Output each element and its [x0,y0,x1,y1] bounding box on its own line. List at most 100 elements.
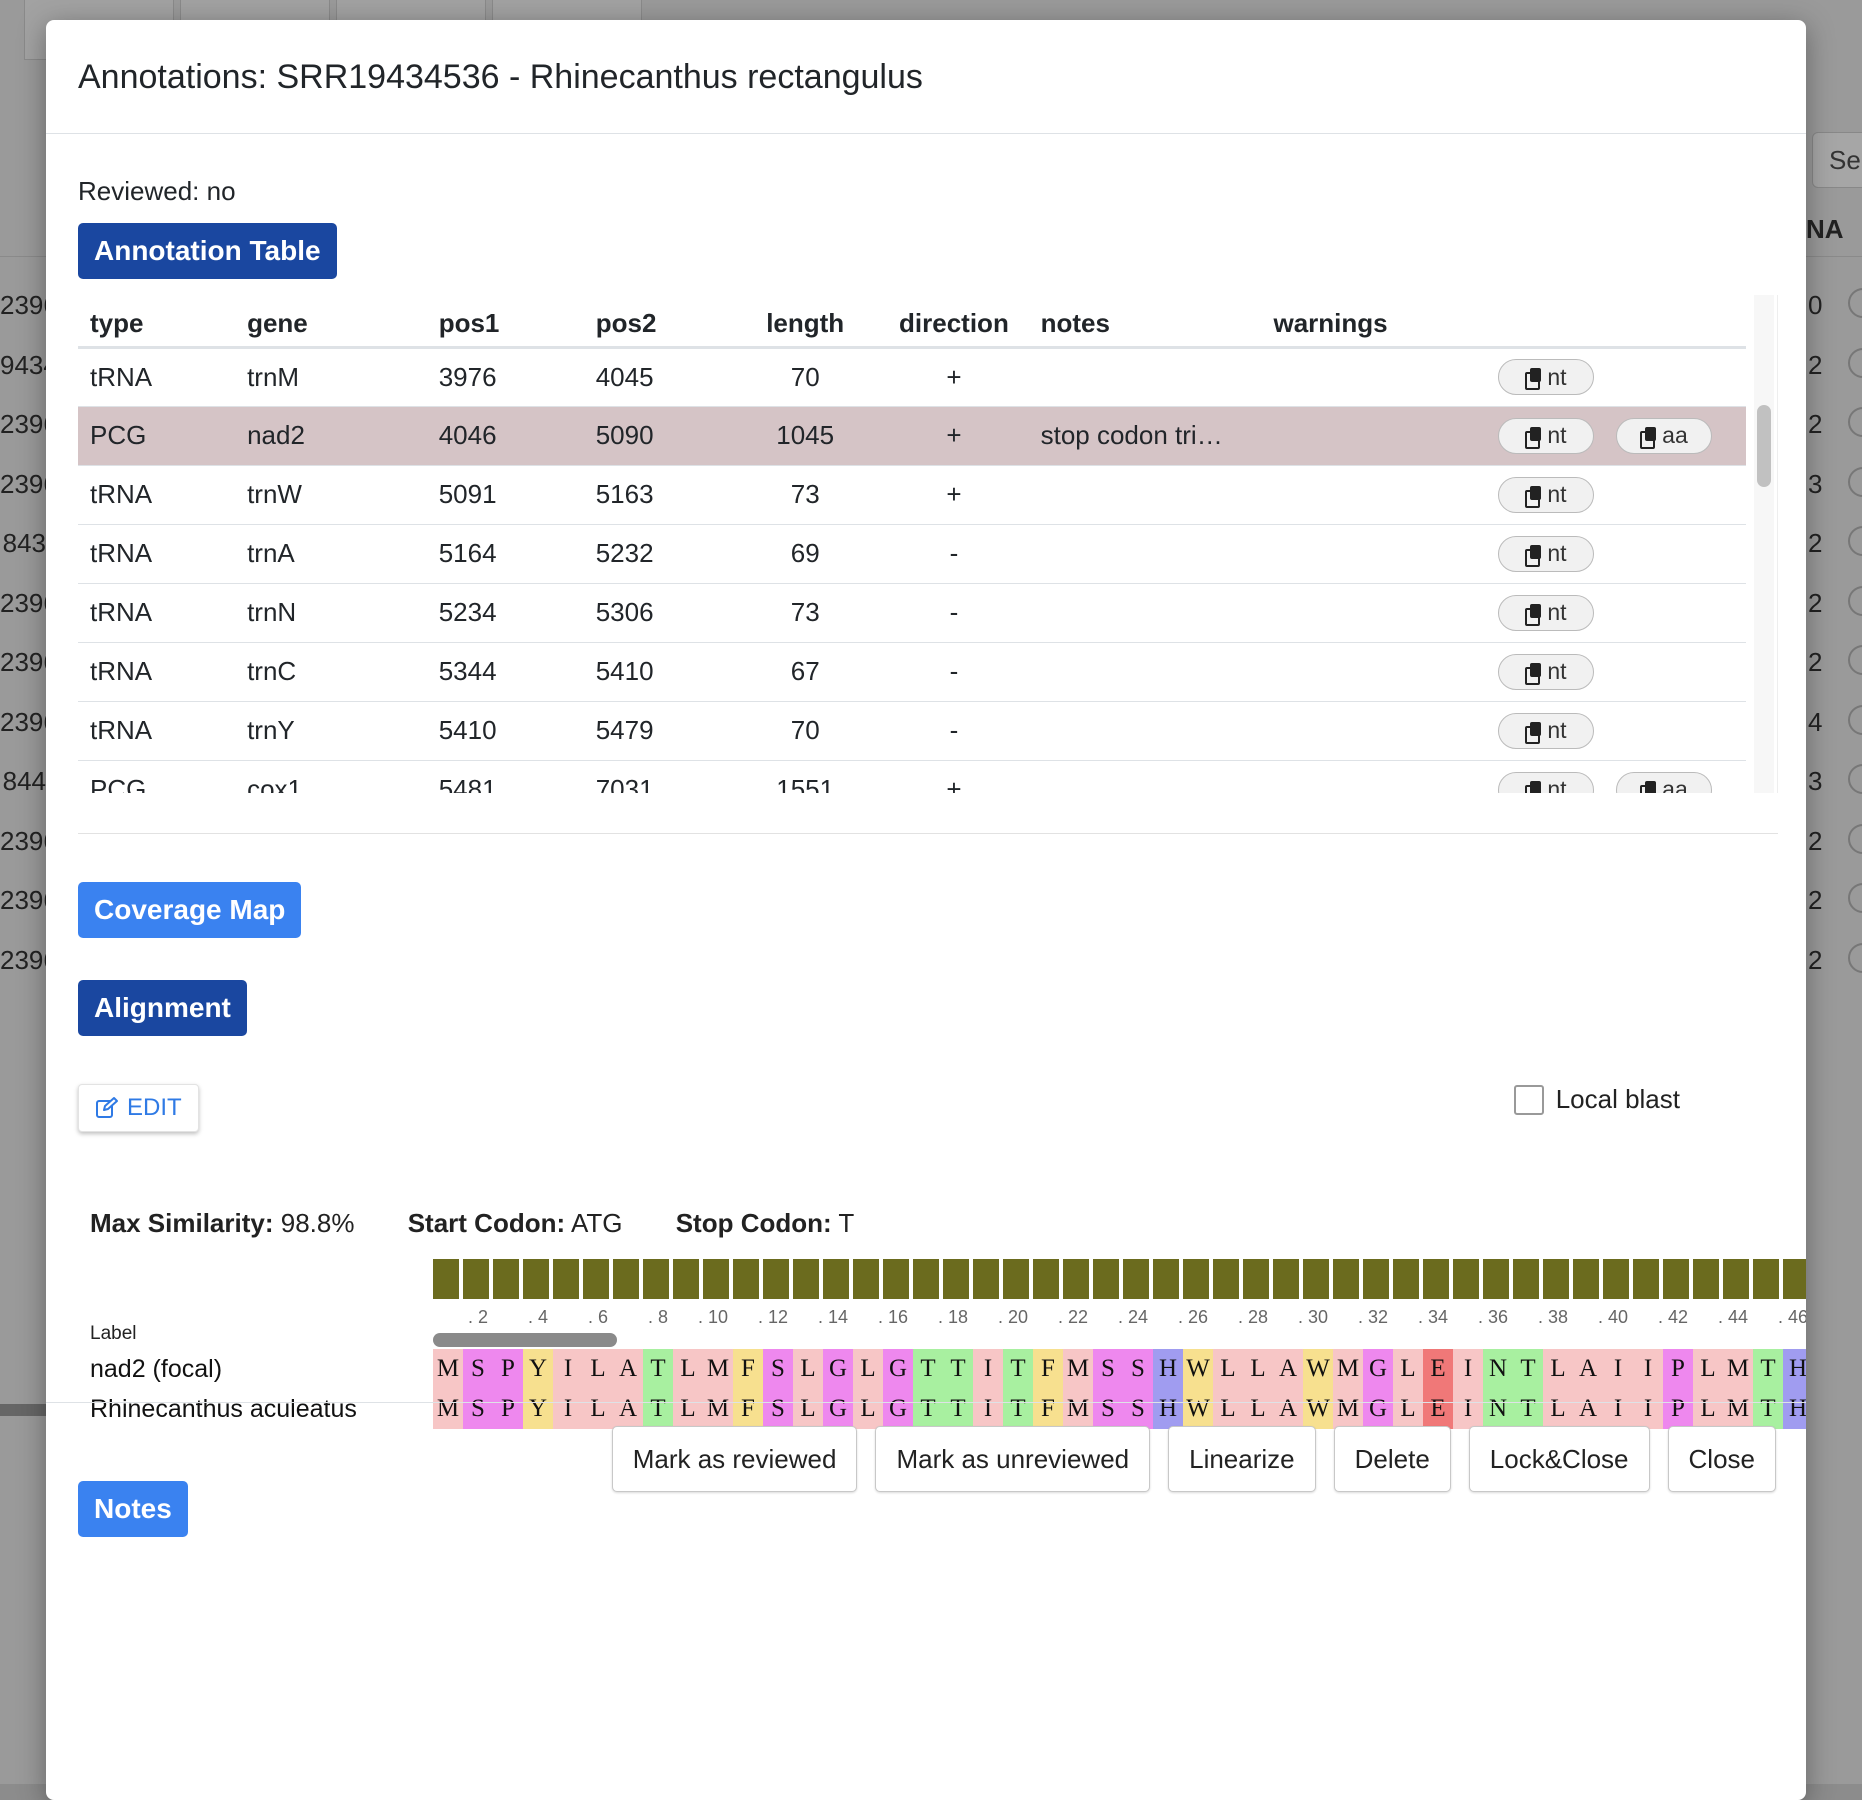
residue: I [1453,1349,1483,1389]
residue: M [1723,1349,1753,1389]
table-row[interactable]: PCG nad2 4046 5090 1045 + stop codon tri… nt aa [78,406,1746,466]
table-scrollbar-thumb[interactable] [1757,405,1771,487]
cell-type: tRNA [78,347,236,407]
header-type[interactable]: type [78,295,236,349]
copy-icon [1525,721,1542,744]
residue: L [853,1349,883,1389]
local-blast-option[interactable]: Local blast [1513,1084,1680,1115]
copy-nt-button[interactable]: nt [1497,417,1594,454]
copy-nt-button[interactable]: nt [1497,653,1594,690]
background-cell: 9434 [0,349,58,380]
coverage-map-button[interactable]: Coverage Map [78,882,302,938]
background-cell: 2 [1808,409,1823,439]
start-codon: Start Codon: ATG [407,1208,623,1238]
copy-nt-label: nt [1547,422,1567,448]
residue: N [1483,1389,1513,1429]
table-row[interactable]: tRNA trnN 5234 5306 73- nt [78,583,1746,643]
annotation-table-container[interactable]: type gene pos1 pos2 length direction not… [78,295,1778,793]
residue: L [583,1349,613,1389]
mark-reviewed-button[interactable]: Mark as reviewed [611,1426,858,1492]
cell-direction: - [879,524,1029,584]
copy-nt-button[interactable]: nt [1497,712,1594,749]
cell-pos2: 4045 [583,347,732,407]
local-blast-checkbox[interactable] [1513,1084,1544,1115]
header-pos1[interactable]: pos1 [426,295,584,349]
close-button[interactable]: Close [1667,1426,1776,1492]
background-cell: 2396 [0,944,58,975]
copy-nt-button[interactable]: nt [1497,476,1594,513]
residue: P [1663,1349,1693,1389]
residue: P [493,1389,523,1429]
copy-nt-button[interactable]: nt [1497,535,1594,572]
copy-aa-button[interactable]: aa [1615,771,1712,793]
copy-nt-button[interactable]: nt [1497,594,1594,631]
cell-actions: nt [1485,465,1746,525]
residue: G [1363,1389,1393,1429]
table-row[interactable]: tRNA trnA 5164 5232 69- nt [78,524,1746,584]
copy-nt-button[interactable]: nt [1497,771,1594,793]
consensus-cell [1693,1259,1719,1299]
residue: L [853,1389,883,1429]
cell-gene: trnA [235,524,427,584]
cell-direction: + [879,760,1029,793]
header-pos2[interactable]: pos2 [583,295,732,349]
header-warnings[interactable]: warnings [1261,295,1486,349]
notes-button[interactable]: Notes [78,1481,188,1537]
table-row[interactable]: PCG cox1 5481 7031 1551 + nt aa [78,760,1746,793]
copy-aa-label: aa [1662,422,1688,448]
consensus-cell [913,1259,939,1299]
header-direction[interactable]: direction [879,295,1029,349]
cell-warnings [1261,465,1486,525]
linearize-button[interactable]: Linearize [1168,1426,1316,1492]
background-radio [1848,823,1862,854]
residue: M [433,1349,463,1389]
alignment-viewer[interactable]: . 2 . 4 . 6 . 8 . 10 . 12 . 14 . 16 . 18 . 20 . 22… [78,1259,1806,1429]
residue: A [1273,1349,1303,1389]
cell-warnings [1261,701,1486,761]
cell-pos2: 5410 [583,642,732,702]
mark-unreviewed-button[interactable]: Mark as unreviewed [875,1426,1151,1492]
consensus-cell [1633,1259,1659,1299]
cell-gene: trnM [235,347,427,407]
residue: S [1093,1349,1123,1389]
modal-footer: Mark as reviewed Mark as unreviewed Line… [611,1426,1776,1492]
header-notes[interactable]: notes [1028,295,1262,349]
table-row[interactable]: tRNA trnW 5091 5163 73 + nt [78,465,1746,525]
cell-type: PCG [78,760,236,793]
residue: I [1603,1349,1633,1389]
alignment-button[interactable]: Alignment [78,980,247,1036]
residue: T [1003,1389,1033,1429]
table-row[interactable]: tRNA trnY 5410 5479 70- nt [78,701,1746,761]
residue: A [1273,1389,1303,1429]
ruler-tick: . 22 [1057,1307,1088,1327]
header-length[interactable]: length [731,295,880,349]
background-cell: 3 [1808,468,1823,499]
background-radio [1848,883,1862,913]
header-gene[interactable]: gene [235,295,427,349]
cell-gene: trnY [235,701,427,761]
delete-button[interactable]: Delete [1333,1426,1451,1492]
cell-notes [1028,583,1262,643]
copy-aa-button[interactable]: aa [1615,417,1712,454]
background-cell: 843 [2,528,46,558]
cell-gene: nad2 [235,406,427,466]
ruler-tick: . 16 [877,1307,908,1327]
table-row[interactable]: tRNA trnC 5344 5410 67- nt [78,642,1746,702]
consensus-cell [1273,1259,1299,1299]
residue: T [1513,1349,1543,1389]
residue: A [613,1349,643,1389]
edit-button[interactable]: EDIT [78,1084,199,1132]
alignment-scrollbar[interactable] [433,1333,617,1347]
table-scrollbar[interactable] [1754,295,1774,793]
cell-gene: trnC [235,642,427,702]
residue: S [1093,1389,1123,1429]
table-row[interactable]: tRNA trnM 3976 4045 70 + nt [78,347,1746,407]
residue: G [823,1349,853,1389]
lock-close-button[interactable]: Lock&Close [1468,1426,1650,1492]
cell-notes: stop codon tri… [1028,406,1262,466]
edit-button-label: EDIT [127,1094,182,1121]
residue: S [1123,1389,1153,1429]
cell-actions: nt [1485,701,1746,761]
copy-nt-button[interactable]: nt [1497,359,1594,395]
annotation-table-button[interactable]: Annotation Table [78,223,337,279]
